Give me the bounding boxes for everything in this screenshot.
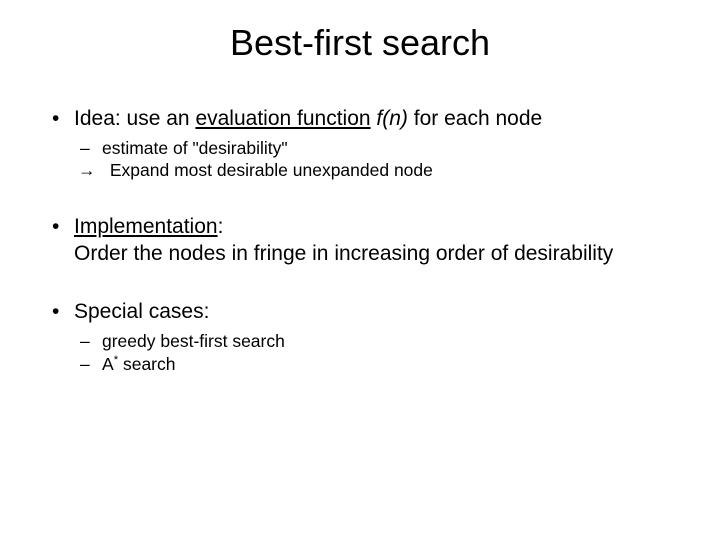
idea-sublist: estimate of "desirability" → Expand most… [74, 137, 680, 182]
astar-a: A [102, 354, 114, 374]
special-greedy: greedy best-first search [74, 330, 680, 352]
idea-fn: f(n) [376, 107, 408, 130]
bullet-idea: Idea: use an evaluation function f(n) fo… [52, 106, 680, 182]
arrow-icon: → [74, 159, 102, 181]
idea-lead: Idea: use an [74, 107, 195, 130]
impl-colon: : [218, 215, 224, 238]
idea-sub-expand: → Expand most desirable unexpanded node [74, 159, 680, 181]
idea-tail: for each node [408, 107, 542, 130]
astar-tail: search [118, 354, 175, 374]
bullet-special-cases: Special cases: greedy best-first search … [52, 299, 680, 375]
impl-label: Implementation [74, 215, 218, 238]
idea-eval-func: evaluation function [195, 107, 370, 130]
bullet-list: Idea: use an evaluation function f(n) fo… [0, 106, 720, 375]
impl-text: Order the nodes in fringe in increasing … [74, 241, 680, 268]
slide-title: Best-first search [0, 22, 720, 64]
special-lead: Special cases: [74, 300, 209, 323]
special-astar: A* search [74, 353, 680, 375]
idea-sub-estimate: estimate of "desirability" [74, 137, 680, 159]
special-sublist: greedy best-first search A* search [74, 330, 680, 375]
idea-sub-expand-text: Expand most desirable unexpanded node [105, 160, 433, 180]
bullet-implementation: Implementation: Order the nodes in fring… [52, 214, 680, 268]
